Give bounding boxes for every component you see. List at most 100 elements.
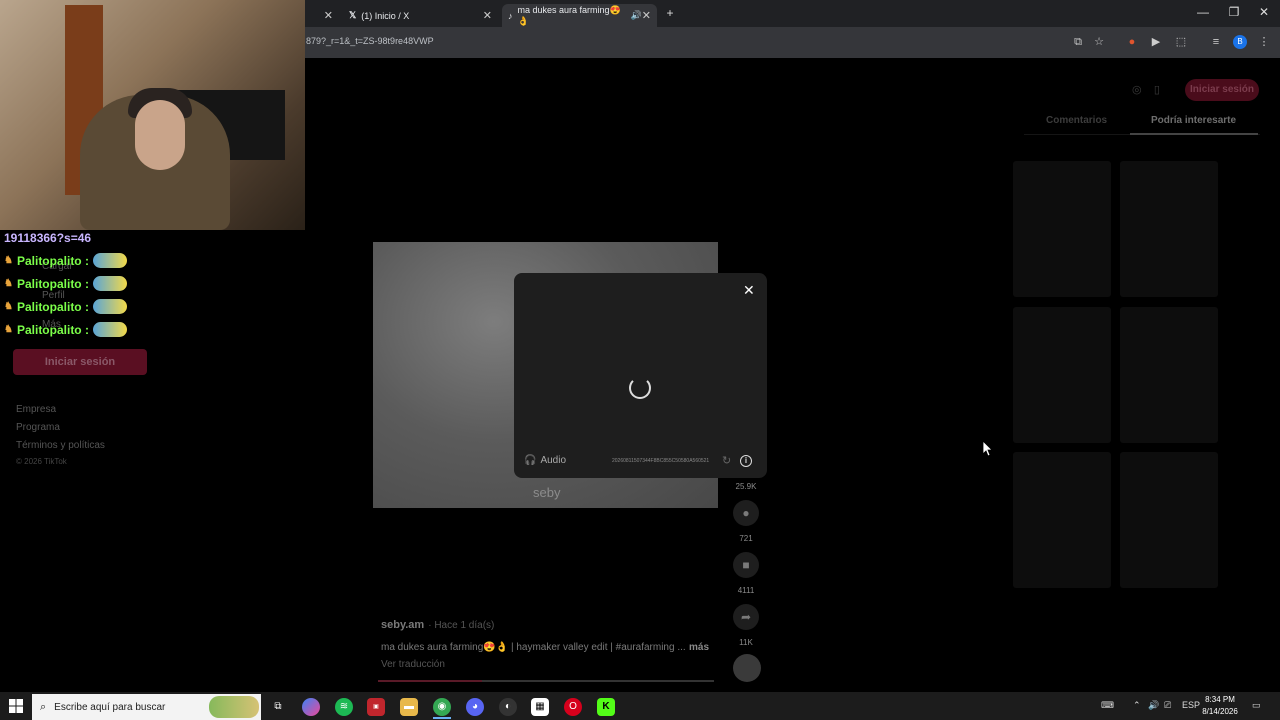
- tab-tiktok[interactable]: ♪ ma dukes aura farming😍👌 🔊 ✕: [502, 4, 657, 27]
- tab-partial[interactable]: ✕: [305, 4, 339, 27]
- headphones-icon: 🎧: [524, 455, 537, 466]
- chat-username: Palitopalito :: [16, 299, 89, 314]
- windows-start-icon[interactable]: [9, 699, 23, 713]
- chat-message: ♞ Palitopalito :: [4, 322, 127, 337]
- network-icon[interactable]: ⎚: [1164, 700, 1171, 711]
- compass-icon[interactable]: ◎: [1132, 84, 1142, 96]
- search-placeholder: Escribe aquí para buscar: [54, 701, 166, 713]
- app-icon[interactable]: ▣: [367, 698, 385, 716]
- emote-icon: [92, 299, 127, 314]
- kick-icon[interactable]: K: [597, 698, 615, 716]
- webcam-overlay: [0, 0, 305, 230]
- author-avatar[interactable]: [733, 654, 761, 682]
- footer-link-terms[interactable]: Términos y políticas: [16, 440, 105, 451]
- tray-expand-icon[interactable]: ⌃: [1133, 700, 1141, 711]
- progress-fill: [378, 680, 483, 682]
- chat-username: Palitopalito :: [16, 253, 89, 268]
- captcha-id: 20260811507344F8BC855C50580A560521: [612, 458, 710, 464]
- taskbar-search-input[interactable]: ⌕ Escribe aquí para buscar: [32, 694, 261, 720]
- active-tab-indicator: [1130, 133, 1258, 135]
- extension-icon[interactable]: ▶: [1149, 35, 1163, 49]
- obs-icon[interactable]: ◐: [499, 698, 517, 716]
- media-control-icon[interactable]: ≡: [1209, 35, 1223, 49]
- chat-message: ♞ Palitopalito :: [4, 253, 127, 268]
- url-field[interactable]: 879?_r=1&_t=ZS-98t9re48VWP: [306, 36, 434, 46]
- chrome-icon[interactable]: ◉: [433, 698, 451, 716]
- suggested-video-thumb[interactable]: [1120, 307, 1218, 443]
- close-icon[interactable]: ✕: [324, 9, 333, 22]
- footer-link-company[interactable]: Empresa: [16, 404, 56, 415]
- suggested-video-thumb[interactable]: [1120, 452, 1218, 588]
- volume-icon[interactable]: 🔊: [1148, 700, 1159, 711]
- extensions-puzzle-icon[interactable]: ⬚: [1174, 35, 1188, 49]
- copilot-icon[interactable]: [302, 698, 320, 716]
- translate-link[interactable]: Ver traducción: [381, 659, 445, 670]
- minimize-button[interactable]: —: [1193, 5, 1213, 19]
- suggested-video-thumb[interactable]: [1013, 452, 1111, 588]
- opera-gx-icon[interactable]: O: [564, 698, 582, 716]
- comment-count: 721: [739, 534, 753, 543]
- discord-icon[interactable]: ◕: [466, 698, 484, 716]
- restore-button[interactable]: ❐: [1224, 5, 1244, 19]
- like-count: 25.9K: [735, 482, 757, 491]
- user-badge-icon: ♞: [4, 255, 13, 266]
- close-icon[interactable]: ✕: [743, 282, 755, 299]
- user-badge-icon: ♞: [4, 324, 13, 335]
- emote-icon: [92, 322, 127, 337]
- suggested-video-thumb[interactable]: [1013, 161, 1111, 297]
- copyright-text: © 2026 TikTok: [16, 457, 67, 466]
- audio-button[interactable]: 🎧 Audio: [524, 455, 566, 466]
- author-name[interactable]: seby.am: [381, 619, 424, 631]
- file-explorer-icon[interactable]: ▬: [400, 698, 418, 716]
- emote-icon: [92, 276, 127, 291]
- app-icon[interactable]: ▦: [531, 698, 549, 716]
- device-icon[interactable]: ▯: [1154, 84, 1160, 96]
- close-icon[interactable]: ✕: [483, 9, 492, 22]
- new-tab-button[interactable]: +: [660, 6, 680, 20]
- captcha-modal: [514, 273, 767, 478]
- menu-kebab-icon[interactable]: ⋮: [1257, 35, 1271, 49]
- profile-avatar[interactable]: B: [1233, 35, 1247, 49]
- active-app-indicator: [433, 717, 451, 719]
- video-caption: ma dukes aura farming😍👌 | haymaker valle…: [381, 642, 686, 653]
- keyboard-icon[interactable]: ⌨: [1101, 700, 1114, 711]
- chat-message: ♞ Palitopalito :: [4, 299, 127, 314]
- system-clock[interactable]: 8:34 PM 8/14/2026: [1198, 694, 1242, 718]
- bookmark-icon[interactable]: ■: [733, 552, 759, 578]
- video-watermark: seby: [533, 485, 561, 500]
- chat-message: ♞ Palitopalito :: [4, 276, 127, 291]
- refresh-icon[interactable]: ↻: [722, 454, 731, 467]
- extension-icon[interactable]: ●: [1125, 35, 1139, 49]
- translate-icon[interactable]: ⧉: [1071, 35, 1085, 49]
- user-badge-icon: ♞: [4, 278, 13, 289]
- info-icon[interactable]: i: [740, 455, 752, 467]
- close-icon[interactable]: ✕: [642, 9, 651, 22]
- user-badge-icon: ♞: [4, 301, 13, 312]
- audio-label: Audio: [540, 455, 567, 466]
- tab-suggested[interactable]: Podría interesarte: [1151, 115, 1236, 126]
- bookmark-star-icon[interactable]: ☆: [1092, 35, 1106, 49]
- close-window-button[interactable]: ✕: [1254, 5, 1274, 19]
- share-count: 11K: [739, 638, 753, 647]
- sidebar-login-button[interactable]: Iniciar sesión: [13, 349, 147, 375]
- post-time: · Hace 1 día(s): [428, 620, 495, 631]
- share-icon[interactable]: ➦: [733, 604, 759, 630]
- tab-title: (1) Inicio / X: [361, 10, 410, 21]
- loading-spinner-icon: [629, 377, 651, 399]
- chat-username: Palitopalito :: [16, 322, 89, 337]
- comment-icon[interactable]: ●: [733, 500, 759, 526]
- x-logo-icon: 𝕏: [349, 10, 357, 20]
- tab-x-home[interactable]: 𝕏 (1) Inicio / X ✕: [343, 4, 498, 27]
- footer-link-program[interactable]: Programa: [16, 422, 60, 433]
- video-progress-bar[interactable]: [378, 680, 714, 682]
- notifications-icon[interactable]: ▭: [1252, 700, 1261, 711]
- suggested-video-thumb[interactable]: [1120, 161, 1218, 297]
- more-link[interactable]: más: [689, 642, 709, 653]
- tab-comments[interactable]: Comentarios: [1046, 115, 1107, 126]
- author-line: seby.am · Hace 1 día(s): [381, 619, 494, 631]
- header-login-button[interactable]: Iniciar sesión: [1185, 79, 1259, 101]
- suggested-video-thumb[interactable]: [1013, 307, 1111, 443]
- task-view-icon[interactable]: ⧉: [269, 698, 287, 716]
- header-icons: ◎ ▯: [1132, 83, 1160, 96]
- spotify-icon[interactable]: ≋: [335, 698, 353, 716]
